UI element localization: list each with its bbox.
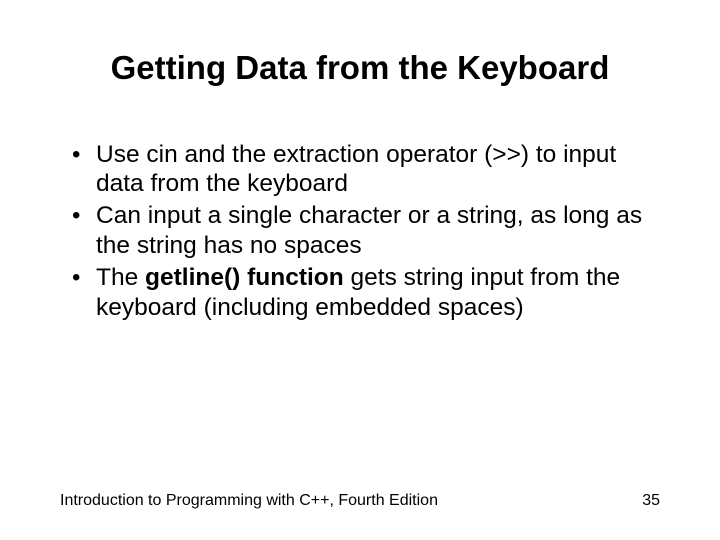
bullet-text-bold: getline() function <box>145 264 344 291</box>
page-number: 35 <box>642 492 660 510</box>
list-item: Use cin and the extraction operator (>>)… <box>60 140 660 200</box>
slide: Getting Data from the Keyboard Use cin a… <box>0 0 720 540</box>
bullet-list: Use cin and the extraction operator (>>)… <box>60 140 660 323</box>
bullet-text-pre: Use cin and the extraction operator (>>)… <box>96 141 616 198</box>
list-item: The getline() function gets string input… <box>60 263 660 323</box>
list-item: Can input a single character or a string… <box>60 201 660 261</box>
footer: Introduction to Programming with C++, Fo… <box>60 492 660 510</box>
footer-left: Introduction to Programming with C++, Fo… <box>60 492 438 510</box>
slide-title: Getting Data from the Keyboard <box>60 48 660 88</box>
bullet-text-pre: Can input a single character or a string… <box>96 202 642 259</box>
bullet-text-pre: The <box>96 264 145 291</box>
